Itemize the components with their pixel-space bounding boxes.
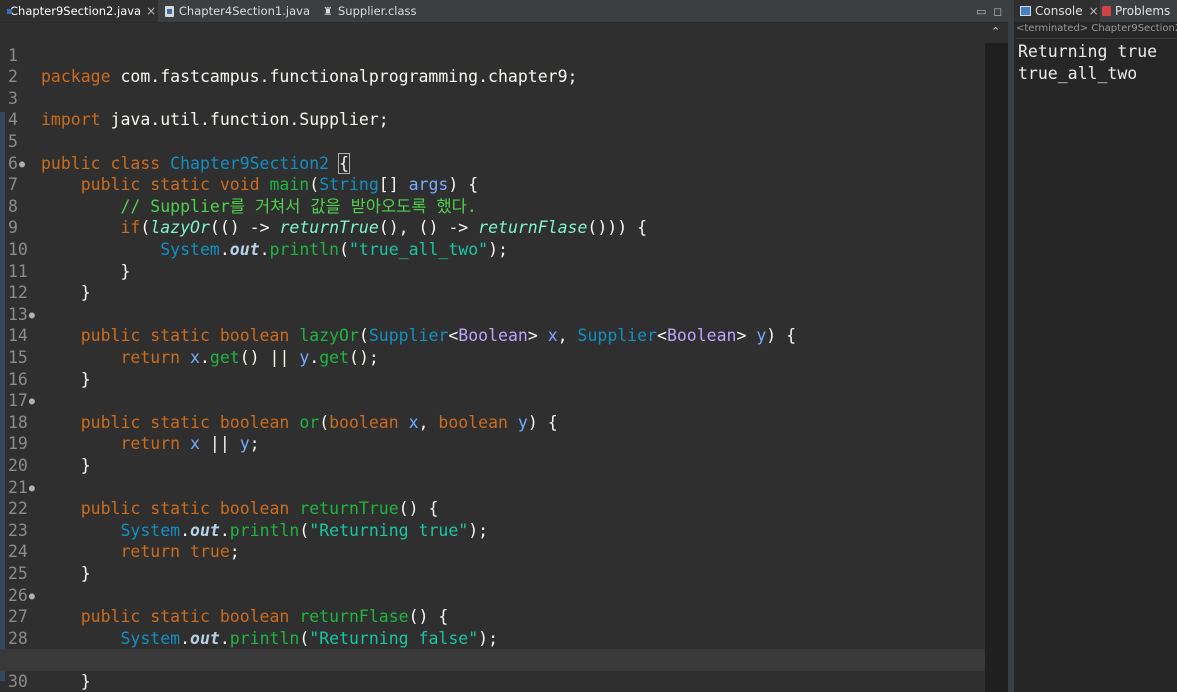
minimize-icon[interactable]: ▭	[976, 0, 986, 22]
code-line: 3 import java.util.function.Supplier;	[0, 66, 985, 130]
close-icon[interactable]: ×	[1089, 4, 1099, 18]
console-tab-bar: Console × Problems	[1014, 0, 1177, 22]
tab-problems[interactable]: Problems	[1102, 0, 1177, 22]
code-line: 16	[0, 347, 985, 389]
code-line: 1 package com.fastcampus.functionalprogr…	[0, 23, 985, 87]
scrollbar-track[interactable]	[985, 43, 1008, 692]
code-line: 7 // Supplier를 거쳐서 값을 받아오도록 했다.	[0, 153, 985, 216]
class-file-icon: ♜	[323, 4, 333, 18]
tab-label: Chapter9Section2.java	[10, 4, 142, 18]
tab-chapter9section2[interactable]: Chapter9Section2.java ×	[0, 0, 158, 22]
code-line: 17● public static boolean or(boolean x, …	[8, 391, 558, 432]
console-output-line: Returning true	[1018, 42, 1158, 61]
tab-chapter4section1[interactable]: Chapter4Section1.java	[160, 0, 310, 22]
java-file-icon	[165, 5, 174, 17]
console-status: <terminated> Chapter9Section2	[1016, 23, 1177, 39]
vertical-scrollbar[interactable]: ⌃	[985, 23, 1008, 692]
code-line: 23 return true;	[8, 520, 240, 562]
code-line: 13● public static boolean lazyOr(Supplie…	[8, 304, 797, 346]
code-line-current: 30 }|	[0, 649, 985, 691]
code-line: 26● public static boolean returnFlase() …	[8, 585, 449, 627]
scroll-up-icon[interactable]: ⌃	[991, 25, 1000, 38]
code-line: 21● public static boolean returnTrue() {	[8, 477, 439, 519]
ide-window: Chapter9Section2.java × Chapter4Section1…	[0, 0, 1177, 692]
code-text-area[interactable]: 1 package com.fastcampus.functionalprogr…	[0, 23, 985, 692]
code-line: 6● public static void main(String[] args…	[8, 153, 479, 195]
code-line: 20	[0, 433, 985, 475]
maximize-icon[interactable]: ◻	[993, 0, 1002, 22]
code-line: 10 }	[8, 239, 131, 281]
code-line: 27 System.out.println("Returning false")…	[8, 607, 499, 648]
code-line: 15 }	[8, 347, 91, 389]
problems-icon	[1102, 6, 1111, 16]
tab-label: Supplier.class	[338, 4, 417, 18]
code-line: 29 }	[0, 628, 985, 691]
tab-label: Chapter4Section1.java	[178, 4, 310, 18]
code-line: 5 public class Chapter9Section2 {	[0, 109, 985, 174]
code-line: 12	[0, 261, 985, 302]
code-line: 2	[0, 45, 985, 86]
tab-label: Console	[1035, 4, 1083, 18]
line-number: 30	[8, 671, 28, 691]
code-line: 19 }	[8, 434, 91, 475]
editor-tab-bar: Chapter9Section2.java × Chapter4Section1…	[0, 0, 1008, 23]
code-line: 22 System.out.println("Returning true");	[8, 499, 489, 540]
code-editor: Chapter9Section2.java × Chapter4Section1…	[0, 0, 1008, 692]
code-line: 24 }	[8, 542, 91, 583]
code-line: 28 return false;	[0, 606, 985, 670]
code-line: 14 return x.get() || y.get();	[8, 326, 379, 367]
code-line: 4	[0, 88, 985, 129]
code-line: 11 }	[8, 261, 91, 303]
console-output-line: true_all_two	[1018, 63, 1138, 83]
code-line: 25	[0, 541, 985, 583]
tab-supplier-class[interactable]: ♜ Supplier.class	[318, 0, 428, 22]
code-line: 8 if(lazyOr(() -> returnTrue(), () -> re…	[8, 196, 648, 238]
console-panel: Console × Problems <terminated> Chapter9…	[1014, 0, 1177, 692]
code-line: 9 System.out.println("true_all_two");	[8, 218, 508, 259]
code-line: 18 return x || y;	[8, 412, 260, 454]
close-icon[interactable]: ×	[146, 4, 156, 18]
tab-console[interactable]: Console ×	[1014, 0, 1100, 22]
tab-label: Problems	[1115, 4, 1171, 18]
console-icon	[1020, 6, 1031, 16]
